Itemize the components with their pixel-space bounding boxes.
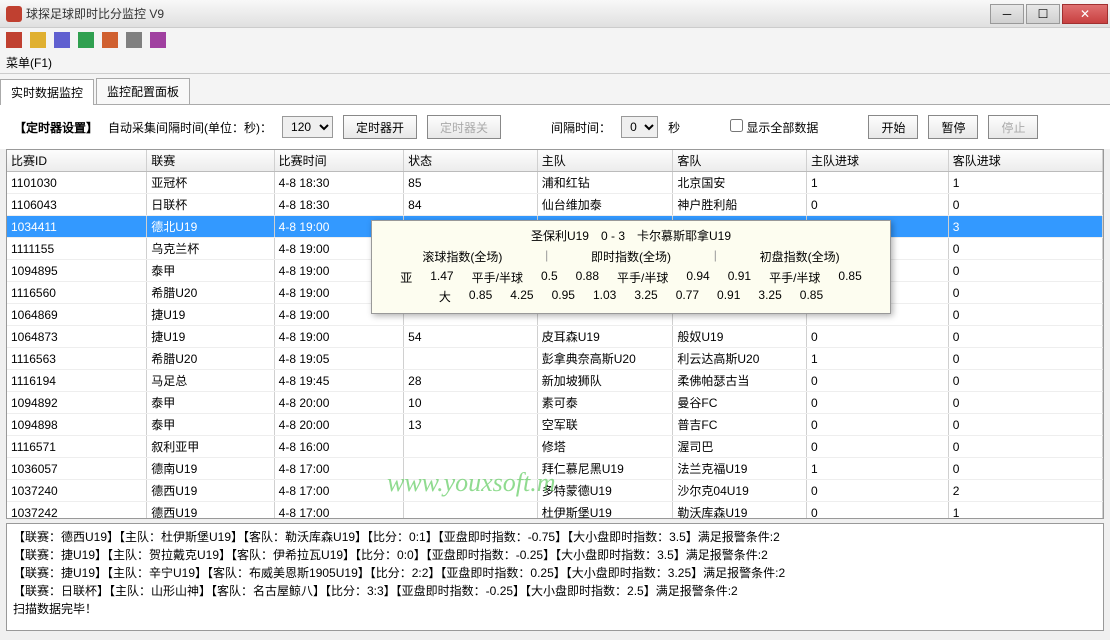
stop-button[interactable]: 停止: [988, 115, 1038, 139]
match-table: 比赛ID联赛比赛时间状态主队客队主队进球客队进球 1101030亚冠杯4-8 1…: [7, 150, 1103, 519]
gap-select[interactable]: 0: [621, 116, 658, 138]
tooltip-title: 圣保利U19 0 - 3 卡尔慕斯耶拿U19: [382, 227, 880, 244]
toolbar-icon[interactable]: [54, 32, 70, 48]
titlebar: 球探足球即时比分监控 V9 ─ ☐ ✕: [0, 0, 1110, 28]
menu-item[interactable]: 菜单(F1): [6, 54, 52, 71]
interval-label: 自动采集间隔时间(单位：秒)：: [108, 119, 272, 136]
tabbar: 实时数据监控 监控配置面板: [0, 74, 1110, 105]
col-header[interactable]: 比赛ID: [7, 150, 147, 172]
table-row[interactable]: 1094892泰甲4-8 20:0010素可泰曼谷FC00: [7, 392, 1103, 414]
col-header[interactable]: 联赛: [147, 150, 274, 172]
settings-bar: 【定时器设置】 自动采集间隔时间(单位：秒)： 120 定时器开 定时器关 间隔…: [0, 105, 1110, 149]
odds-tooltip: 圣保利U19 0 - 3 卡尔慕斯耶拿U19 滚球指数(全场)| 即时指数(全场…: [371, 220, 891, 314]
table-row[interactable]: 1036057德南U194-8 17:00拜仁慕尼黑U19法兰克福U1910: [7, 458, 1103, 480]
minimize-button[interactable]: ─: [990, 4, 1024, 24]
timer-group-label: 【定时器设置】: [14, 119, 98, 136]
table-row[interactable]: 1064873捷U194-8 19:0054皮耳森U19般奴U1900: [7, 326, 1103, 348]
col-header[interactable]: 客队进球: [948, 150, 1102, 172]
pause-button[interactable]: 暂停: [928, 115, 978, 139]
table-row[interactable]: 1101030亚冠杯4-8 18:3085浦和红钻北京国安11: [7, 172, 1103, 194]
toolbar-icon[interactable]: [30, 32, 46, 48]
log-line: 【联赛：日联杯】【主队：山形山神】【客队：名古屋鲸八】【比分：3:3】【亚盘即时…: [13, 582, 1097, 600]
maximize-button[interactable]: ☐: [1026, 4, 1060, 24]
table-row[interactable]: 1116194马足总4-8 19:4528新加坡狮队柔佛帕瑟古当00: [7, 370, 1103, 392]
col-header[interactable]: 主队: [537, 150, 673, 172]
col-header[interactable]: 状态: [404, 150, 538, 172]
interval-select[interactable]: 120: [282, 116, 333, 138]
gap-unit: 秒: [668, 119, 680, 136]
toolbar-icon[interactable]: [126, 32, 142, 48]
col-header[interactable]: 客队: [673, 150, 807, 172]
timer-off-button[interactable]: 定时器关: [427, 115, 501, 139]
gap-label: 间隔时间：: [551, 119, 611, 136]
log-line: 扫描数据完毕！: [13, 600, 1097, 618]
timer-on-button[interactable]: 定时器开: [343, 115, 417, 139]
app-icon: [6, 6, 22, 22]
table-row[interactable]: 1116571叙利亚甲4-8 16:00修塔渥司巴00: [7, 436, 1103, 458]
log-line: 【联赛：捷U19】【主队：贺拉戴克U19】【客队：伊希拉瓦U19】【比分：0:0…: [13, 546, 1097, 564]
table-row[interactable]: 1037242德西U194-8 17:00杜伊斯堡U19勒沃库森U1901: [7, 502, 1103, 520]
log-area[interactable]: 【联赛：德西U19】【主队：杜伊斯堡U19】【客队：勒沃库森U19】【比分：0:…: [6, 523, 1104, 631]
col-header[interactable]: 主队进球: [806, 150, 948, 172]
log-line: 【联赛：捷U19】【主队：辛宁U19】【客队：布威美恩斯1905U19】【比分：…: [13, 564, 1097, 582]
match-table-wrap[interactable]: 比赛ID联赛比赛时间状态主队客队主队进球客队进球 1101030亚冠杯4-8 1…: [6, 149, 1104, 519]
tab-realtime[interactable]: 实时数据监控: [0, 79, 94, 105]
table-row[interactable]: 1106043日联杯4-8 18:3084仙台维加泰神户胜利船00: [7, 194, 1103, 216]
table-row[interactable]: 1094898泰甲4-8 20:0013空军联普吉FC00: [7, 414, 1103, 436]
toolbar-icon[interactable]: [78, 32, 94, 48]
table-row[interactable]: 1116563希腊U204-8 19:05彭拿典奈高斯U20利云达高斯U2010: [7, 348, 1103, 370]
start-button[interactable]: 开始: [868, 115, 918, 139]
table-row[interactable]: 1037240德西U194-8 17:00多特蒙德U19沙尔克04U1902: [7, 480, 1103, 502]
show-all-checkbox[interactable]: 显示全部数据: [730, 119, 818, 136]
tab-config[interactable]: 监控配置面板: [96, 78, 190, 104]
window-title: 球探足球即时比分监控 V9: [26, 5, 990, 22]
menubar: 菜单(F1): [0, 52, 1110, 74]
toolbar-strip: [0, 28, 1110, 52]
toolbar-icon[interactable]: [150, 32, 166, 48]
toolbar-icon[interactable]: [6, 32, 22, 48]
toolbar-icon[interactable]: [102, 32, 118, 48]
col-header[interactable]: 比赛时间: [274, 150, 403, 172]
log-line: 【联赛：德西U19】【主队：杜伊斯堡U19】【客队：勒沃库森U19】【比分：0:…: [13, 528, 1097, 546]
close-button[interactable]: ✕: [1062, 4, 1108, 24]
